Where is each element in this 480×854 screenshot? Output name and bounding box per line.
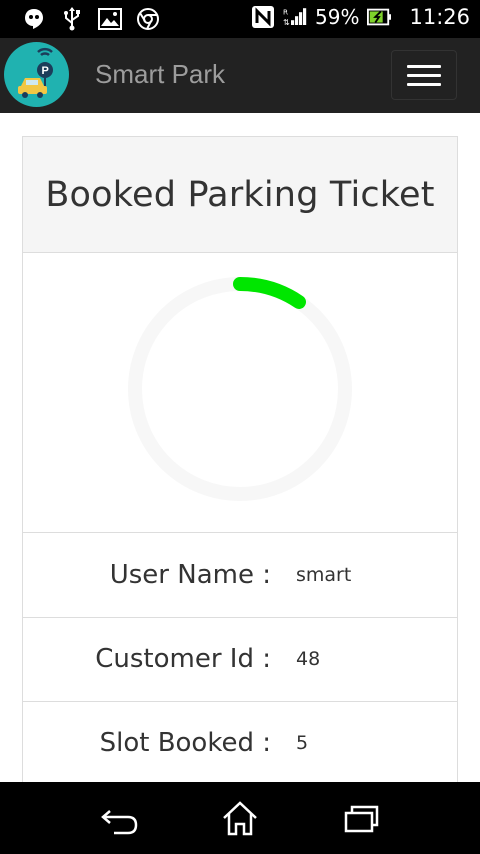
menu-icon-bar [407,82,441,86]
recent-apps-button[interactable] [338,798,382,838]
recent-apps-icon [344,805,379,833]
signal-icon: R ⇅ [283,5,307,29]
back-icon [101,810,138,835]
slot-booked-row: Slot Booked : 5 [23,702,457,786]
user-name-row: User Name : smart [23,534,457,618]
slot-booked-value: 5 [296,732,309,754]
clock: 11:26 [409,5,470,29]
slot-booked-label: Slot Booked : [99,728,271,758]
svg-text:R: R [283,8,288,17]
notification-icons [22,7,160,31]
menu-icon-bar [407,64,441,68]
spinner-progress-arc [233,276,306,309]
navigation-bar [0,782,480,854]
customer-id-value: 48 [296,648,321,670]
card-header: Booked Parking Ticket [23,137,457,253]
gallery-icon [98,7,122,31]
usb-icon [60,7,84,31]
battery-icon [367,5,392,29]
smart-park-logo[interactable]: P [4,42,69,107]
hangouts-icon [22,7,46,31]
back-button[interactable] [98,798,142,838]
user-name-label: User Name : [109,560,271,590]
ticket-card: Booked Parking Ticket User Name : smart … [22,136,458,816]
status-bar: R ⇅ 59% 11:26 [0,0,480,38]
system-status: R ⇅ 59% 11:26 [251,5,470,29]
hamburger-menu-button[interactable] [391,50,457,100]
app-header: P Smart Park [0,38,480,113]
svg-text:⇅: ⇅ [283,18,290,27]
home-button[interactable] [218,798,262,838]
app-title: Smart Park [95,59,226,89]
customer-id-row: Customer Id : 48 [23,618,457,702]
nfc-icon [251,5,275,29]
user-name-value: smart [296,564,352,586]
loading-spinner-area [23,254,457,533]
chrome-icon [136,7,160,31]
loading-spinner [128,276,352,501]
customer-id-label: Customer Id : [95,644,271,674]
menu-icon-bar [407,73,441,77]
card-title: Booked Parking Ticket [45,174,435,215]
svg-text:P: P [42,65,49,77]
home-icon [223,801,257,836]
battery-percent: 59% [315,5,360,29]
